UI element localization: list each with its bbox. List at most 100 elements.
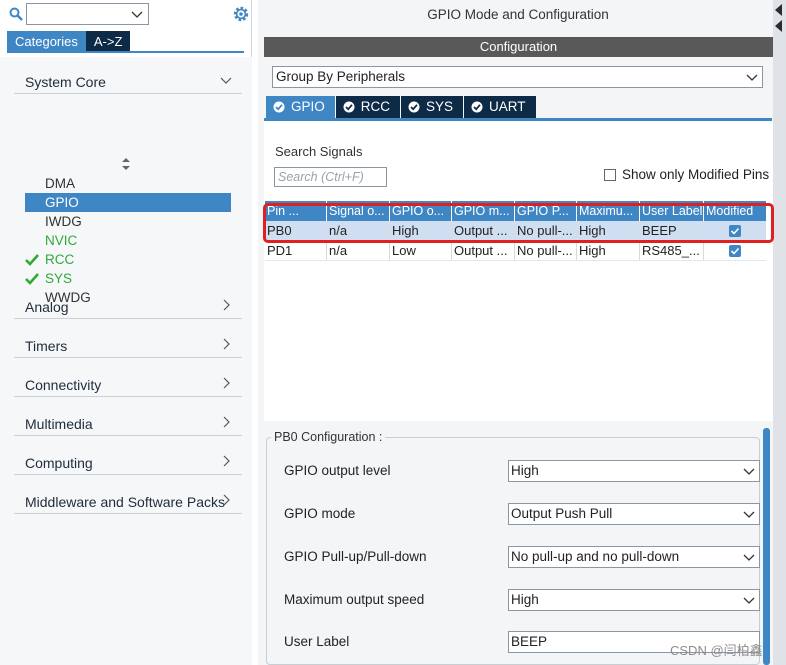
column-header[interactable]: GPIO P... [515,201,577,221]
select-value: High [511,592,539,607]
column-header[interactable]: Signal o... [327,201,390,221]
table-row[interactable]: PB0 n/a High Output ... No pull-... High… [265,221,770,241]
list-item-iwdg[interactable]: IWDG [25,212,231,231]
list-item-nvic[interactable]: NVIC [25,231,231,250]
configuration-header: Configuration [264,37,773,57]
speed-select[interactable]: High [508,589,760,611]
field-label-output-level: GPIO output level [284,463,391,478]
select-value: No pull-up and no pull-down [511,549,680,564]
chevron-down-icon [743,554,755,561]
column-header[interactable]: Pin ... [265,201,327,221]
category-label: Multimedia [25,416,93,432]
table-cell: Output ... [452,221,515,241]
field-label-pull: GPIO Pull-up/Pull-down [284,549,427,564]
tab-label: GPIO [291,99,325,114]
table-cell: n/a [327,221,390,241]
pull-select[interactable]: No pull-up and no pull-down [508,546,760,568]
table-cell: PD1 [265,241,327,261]
show-modified-checkbox[interactable] [604,168,616,181]
category-label: Middleware and Software Packs [25,494,225,510]
column-header[interactable]: GPIO o... [390,201,452,221]
pb0-config-title: PB0 Configuration : [271,430,386,444]
group-by-select[interactable]: Group By Peripherals [272,66,763,88]
pb0-config-panel: GPIO output level High GPIO mode Output … [266,437,760,665]
category-connectivity[interactable]: Connectivity [14,365,242,397]
output-level-select[interactable]: High [508,460,760,482]
category-system-core[interactable]: System Core [14,62,242,94]
watermark: CSDN @闫柏鑫 [670,643,763,658]
collapse-arrow-icon[interactable] [775,20,782,32]
tab-label: RCC [360,99,391,114]
list-item-rcc[interactable]: RCC [25,250,231,269]
search-icon[interactable] [9,7,23,21]
search-signals-label: Search Signals [275,144,363,159]
table-cell: n/a [327,241,390,261]
column-header[interactable]: Modified [704,201,766,221]
sort-icon[interactable] [121,157,131,171]
item-label: GPIO [45,195,79,210]
column-header[interactable]: GPIO m... [452,201,515,221]
collapse-arrow-icon[interactable] [775,4,782,16]
tab-a-to-z[interactable]: A->Z [85,31,131,52]
show-modified-label: Show only Modified Pins [622,167,770,182]
select-value: High [511,463,539,478]
category-multimedia[interactable]: Multimedia [14,404,242,436]
table-cell: Output ... [452,241,515,261]
checkbox-checked-icon[interactable] [729,225,741,237]
category-label: Analog [25,299,69,315]
chevron-down-icon[interactable] [131,8,143,20]
search-signals-input[interactable]: Search (Ctrl+F) [274,167,387,187]
check-circle-icon [273,101,285,113]
list-item-dma[interactable]: DMA [25,174,231,193]
category-middleware[interactable]: Middleware and Software Packs [14,482,242,514]
item-label: SYS [45,271,73,286]
category-label: Timers [25,338,68,354]
pin-table: Pin ... Signal o... GPIO o... GPIO m... … [265,201,770,261]
field-label-gpio-mode: GPIO mode [284,506,356,521]
category-label: Connectivity [25,377,102,393]
category-label: Computing [25,455,93,471]
config-scrollbar[interactable] [763,428,770,665]
category-analog[interactable]: Analog [14,287,242,319]
column-header[interactable]: User Label [640,201,704,221]
tab-rcc[interactable]: RCC [335,96,401,118]
modified-cell[interactable] [704,221,766,241]
tab-label: UART [489,99,526,114]
item-label: RCC [45,252,75,267]
table-row[interactable]: PD1 n/a Low Output ... No pull-... High … [265,241,770,261]
item-label: NVIC [45,233,78,248]
column-header[interactable]: Maximu... [577,201,640,221]
green-check-icon [25,254,39,266]
tab-sys[interactable]: SYS [401,96,464,118]
table-cell: RS485_... [640,241,704,261]
modified-cell[interactable] [704,241,766,261]
check-circle-icon [408,101,420,113]
chevron-down-icon [220,77,232,84]
field-label-speed: Maximum output speed [284,592,425,607]
item-label: IWDG [45,214,82,229]
checkbox-checked-icon[interactable] [729,244,741,257]
category-tabs: Categories A->Z [7,31,131,52]
table-header: Pin ... Signal o... GPIO o... GPIO m... … [265,201,770,221]
gpio-mode-select[interactable]: Output Push Pull [508,503,760,525]
show-modified-toggle[interactable]: Show only Modified Pins [604,167,769,182]
list-item-sys[interactable]: SYS [25,269,231,288]
signals-area [264,121,773,421]
tab-gpio[interactable]: GPIO [266,96,335,118]
category-label: System Core [25,74,106,90]
chevron-right-icon [223,377,230,389]
table-cell: High [577,241,640,261]
tabs-underline [7,51,244,53]
item-label: DMA [45,176,75,191]
chevron-right-icon [223,416,230,428]
tab-categories[interactable]: Categories [7,31,86,52]
category-search-combobox[interactable] [26,3,149,25]
gear-icon[interactable] [232,5,250,23]
chevron-right-icon [223,299,230,311]
category-timers[interactable]: Timers [14,326,242,358]
category-computing[interactable]: Computing [14,443,242,475]
tab-uart[interactable]: UART [464,96,536,118]
table-cell: High [577,221,640,241]
list-item-gpio[interactable]: GPIO [25,193,231,212]
page-title: GPIO Mode and Configuration [427,7,609,22]
